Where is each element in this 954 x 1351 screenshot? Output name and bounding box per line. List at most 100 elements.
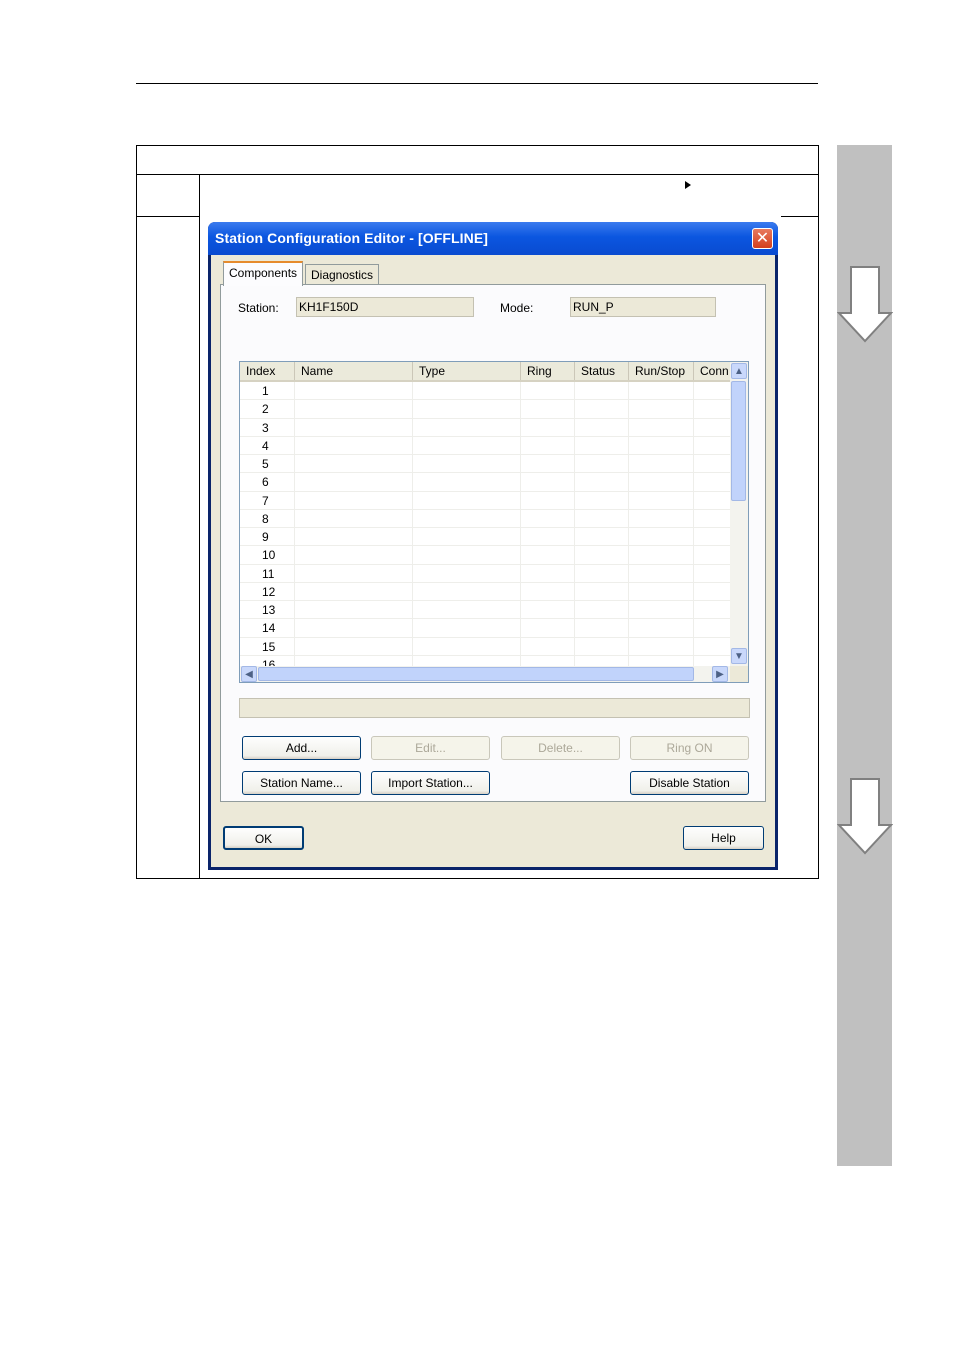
table-cell (575, 455, 629, 473)
help-button[interactable]: Help (683, 826, 764, 850)
tab-components[interactable]: Components (223, 261, 304, 286)
close-icon[interactable]: ✕ (752, 228, 773, 249)
table-cell (295, 382, 413, 400)
scroll-right-button[interactable]: ▶ (712, 666, 728, 682)
table-cell (694, 619, 730, 637)
station-configuration-window: Station Configuration Editor - [OFFLINE]… (208, 222, 778, 870)
table-row[interactable]: 8 (240, 509, 730, 528)
ring-on-button[interactable]: Ring ON (630, 736, 749, 760)
table-row[interactable]: 11 (240, 564, 730, 583)
table-cell (295, 528, 413, 546)
table-cell (694, 601, 730, 619)
table-cell (694, 455, 730, 473)
table-cell (629, 528, 694, 546)
table-cell (629, 564, 694, 583)
table-cell (295, 436, 413, 455)
table-row[interactable]: 14 (240, 619, 730, 638)
vertical-scroll-thumb[interactable] (731, 381, 746, 501)
table-cell (295, 491, 413, 510)
column-header-type[interactable]: Type (413, 362, 521, 380)
table-row[interactable]: 6 (240, 473, 730, 492)
table-cell (295, 601, 413, 619)
table-row[interactable]: 2 (240, 400, 730, 419)
edit-button[interactable]: Edit... (371, 736, 490, 760)
table-cell (521, 619, 575, 638)
status-field (239, 698, 750, 718)
scroll-down-button[interactable]: ▼ (731, 648, 747, 664)
table-row[interactable]: 4 (240, 436, 730, 455)
table-cell (521, 564, 575, 583)
components-list[interactable]: Index Name Type Ring Status Run/Stop Con… (239, 361, 749, 683)
table-row[interactable]: 15 (240, 637, 730, 656)
vertical-scrollbar[interactable]: ▲ ▼ (730, 362, 748, 666)
scroll-left-button[interactable]: ◀ (241, 666, 257, 682)
table-cell (575, 418, 629, 437)
table-cell (413, 436, 521, 455)
table-row[interactable]: 5 (240, 455, 730, 474)
dialog-client: Components Diagnostics Station: KH1F150D… (211, 255, 775, 867)
table-cell (629, 473, 694, 492)
header-rule (136, 83, 818, 84)
table-cell (295, 546, 413, 565)
table-row[interactable]: 1 (240, 382, 730, 401)
import-station-button[interactable]: Import Station... (371, 771, 490, 795)
mode-field: RUN_P (570, 297, 716, 317)
table-cell (295, 455, 413, 473)
column-header-name[interactable]: Name (295, 362, 413, 380)
scrollbar-corner (730, 666, 748, 682)
table-cell (629, 491, 694, 510)
column-header-conn[interactable]: Conn (694, 362, 734, 380)
column-header-ring[interactable]: Ring (521, 362, 575, 380)
table-rule (137, 216, 199, 217)
table-cell (521, 528, 575, 546)
row-index: 6 (240, 473, 295, 492)
table-cell (575, 582, 629, 601)
table-row[interactable]: 10 (240, 546, 730, 565)
row-index: 3 (240, 418, 295, 437)
column-header-status[interactable]: Status (575, 362, 629, 380)
delete-button[interactable]: Delete... (501, 736, 620, 760)
title-bar[interactable]: Station Configuration Editor - [OFFLINE]… (208, 222, 778, 255)
table-cell (694, 656, 730, 666)
table-cell (575, 564, 629, 583)
table-row[interactable]: 7 (240, 491, 730, 510)
table-cell (295, 619, 413, 638)
tab-diagnostics[interactable]: Diagnostics (305, 264, 380, 285)
table-cell (575, 655, 629, 666)
table-cell (295, 582, 413, 601)
station-field: KH1F150D (296, 297, 474, 317)
table-cell (521, 418, 575, 437)
column-header-index[interactable]: Index (240, 362, 295, 380)
table-cell (295, 400, 413, 419)
table-cell (629, 582, 694, 601)
table-row[interactable]: 3 (240, 418, 730, 437)
horizontal-scroll-thumb[interactable] (258, 667, 694, 681)
row-index: 9 (240, 528, 295, 546)
table-cell (694, 382, 730, 400)
table-cell (694, 437, 730, 455)
table-cell (694, 565, 730, 583)
table-cell (575, 619, 629, 638)
table-row[interactable]: 16 (240, 655, 730, 666)
table-row[interactable]: 12 (240, 582, 730, 601)
add-button[interactable]: Add... (242, 736, 361, 760)
table-cell (413, 418, 521, 437)
station-name-button[interactable]: Station Name... (242, 771, 361, 795)
ok-button[interactable]: OK (223, 826, 304, 850)
table-row[interactable]: 9 (240, 528, 730, 547)
table-cell (295, 655, 413, 666)
horizontal-scrollbar[interactable]: ◀ ▶ (240, 666, 730, 682)
scroll-up-button[interactable]: ▲ (731, 363, 747, 379)
row-index: 1 (240, 382, 295, 400)
table-cell (694, 638, 730, 656)
table-row[interactable]: 13 (240, 601, 730, 620)
table-cell (521, 509, 575, 528)
window-title: Station Configuration Editor - [OFFLINE] (215, 230, 489, 246)
table-cell (295, 418, 413, 437)
row-index: 10 (240, 546, 295, 565)
row-index: 16 (240, 655, 295, 666)
table-cell (629, 418, 694, 437)
column-header-run-stop[interactable]: Run/Stop (629, 362, 694, 380)
row-index: 2 (240, 400, 295, 419)
disable-station-button[interactable]: Disable Station (630, 771, 749, 795)
